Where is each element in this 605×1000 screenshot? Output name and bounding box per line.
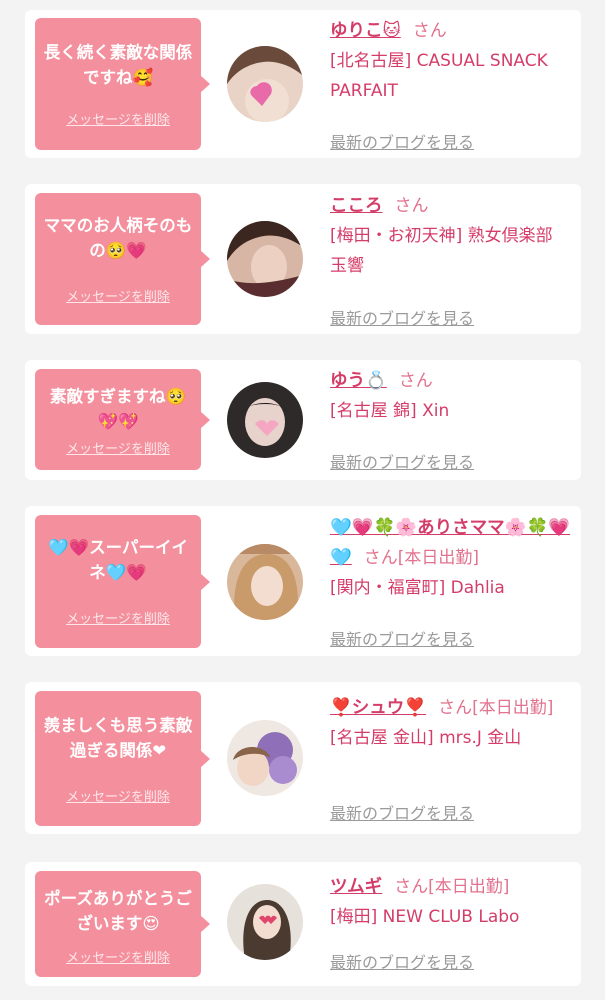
latest-blog-link[interactable]: 最新のブログを見る xyxy=(330,948,474,978)
shop-name: [梅田] NEW CLUB Labo xyxy=(330,907,520,927)
profile-info: ゆりこ🐱 さん [北名古屋] CASUAL SNACK PARFAIT 最新のブロ… xyxy=(330,16,571,152)
message-text: ママのお人柄そのもの🥺💗 xyxy=(43,216,193,260)
message-text: 🩵💗スーパーイイネ🩵💗 xyxy=(48,538,188,582)
honorific: さん xyxy=(412,21,447,41)
profile-name-link[interactable]: ❣️シュウ❣️ xyxy=(330,698,426,718)
message-card: ポーズありがとうございます😍 メッセージを削除 ツムギ さん[本日出勤] [梅田]… xyxy=(25,862,581,986)
message-bubble: ママのお人柄そのもの🥺💗 メッセージを削除 xyxy=(35,193,210,325)
profile-name-link[interactable]: ツムギ xyxy=(330,877,382,897)
honorific: さん xyxy=(363,548,398,568)
delete-message-link[interactable]: メッセージを削除 xyxy=(35,289,201,307)
shop-name: [名古屋 錦] Xin xyxy=(330,401,450,421)
message-text: ポーズありがとうございます😍 xyxy=(44,889,192,933)
message-bubble: 🩵💗スーパーイイネ🩵💗 メッセージを削除 xyxy=(35,515,210,648)
avatar[interactable] xyxy=(227,720,303,796)
latest-blog-link[interactable]: 最新のブログを見る xyxy=(330,304,474,334)
profile-info: ❣️シュウ❣️ さん[本日出勤] [名古屋 金山] mrs.J 金山 最新のブログ… xyxy=(330,693,571,823)
latest-blog-link[interactable]: 最新のブログを見る xyxy=(330,625,474,655)
avatar[interactable] xyxy=(227,221,303,297)
status-label: [本日出勤] xyxy=(397,548,480,568)
message-card: 長く続く素敵な関係ですね🥰 メッセージを削除 ゆりこ🐱 さん [北名古屋] CAS… xyxy=(25,10,581,158)
honorific: さん xyxy=(438,698,473,718)
message-bubble: 羨ましくも思う素敵過ぎる関係❤ メッセージを削除 xyxy=(35,691,210,826)
latest-blog-link[interactable]: 最新のブログを見る xyxy=(330,799,474,829)
delete-message-link[interactable]: メッセージを削除 xyxy=(35,950,201,968)
message-text: 羨ましくも思う素敵過ぎる関係❤ xyxy=(43,716,193,760)
shop-name: [名古屋 金山] mrs.J 金山 xyxy=(330,728,522,748)
profile-info: ゆう💍 さん [名古屋 錦] Xin 最新のブログを見る xyxy=(330,366,571,472)
message-card: 羨ましくも思う素敵過ぎる関係❤ メッセージを削除 ❣️シュウ❣️ さん[本日出勤]… xyxy=(25,682,581,834)
message-card: ママのお人柄そのもの🥺💗 メッセージを削除 こころ さん [梅田・お初天神] 熟女… xyxy=(25,184,581,334)
latest-blog-link[interactable]: 最新のブログを見る xyxy=(330,128,474,158)
message-bubble: 素敵すぎますね🥺💖💖 メッセージを削除 xyxy=(35,369,210,470)
avatar[interactable] xyxy=(227,884,303,960)
profile-name-link[interactable]: こころ xyxy=(330,196,383,216)
message-card: 素敵すぎますね🥺💖💖 メッセージを削除 ゆう💍 さん [名古屋 錦] Xin 最新… xyxy=(25,360,581,480)
honorific: さん xyxy=(394,877,429,897)
delete-message-link[interactable]: メッセージを削除 xyxy=(35,441,201,459)
delete-message-link[interactable]: メッセージを削除 xyxy=(35,789,201,807)
latest-blog-link[interactable]: 最新のブログを見る xyxy=(330,448,474,478)
profile-name-link[interactable]: ゆりこ🐱 xyxy=(330,21,401,41)
message-bubble: 長く続く素敵な関係ですね🥰 メッセージを削除 xyxy=(35,18,210,150)
delete-message-link[interactable]: メッセージを削除 xyxy=(35,112,201,130)
honorific: さん xyxy=(398,371,433,391)
message-card: 🩵💗スーパーイイネ🩵💗 メッセージを削除 🩵💗🍀🌸ありさママ🌸🍀💗🩵 さん[本日出… xyxy=(25,506,581,656)
shop-name: [関内・福富町] Dahlia xyxy=(330,578,505,598)
message-bubble: ポーズありがとうございます😍 メッセージを削除 xyxy=(35,871,210,977)
avatar[interactable] xyxy=(227,544,303,620)
profile-name-link[interactable]: ゆう💍 xyxy=(330,371,387,391)
profile-info: ツムギ さん[本日出勤] [梅田] NEW CLUB Labo 最新のブログを見る xyxy=(330,872,571,972)
shop-name: [梅田・お初天神] 熟女倶楽部 玉響 xyxy=(330,226,553,276)
avatar[interactable] xyxy=(227,382,303,458)
avatar[interactable] xyxy=(227,46,303,122)
message-text: 長く続く素敵な関係ですね🥰 xyxy=(43,43,193,87)
status-label: [本日出勤] xyxy=(428,877,510,897)
delete-message-link[interactable]: メッセージを削除 xyxy=(35,611,201,629)
profile-info: こころ さん [梅田・お初天神] 熟女倶楽部 玉響 最新のブログを見る xyxy=(330,191,571,328)
status-label: [本日出勤] xyxy=(472,698,554,718)
profile-info: 🩵💗🍀🌸ありさママ🌸🍀💗🩵 さん[本日出勤] [関内・福富町] Dahlia 最新… xyxy=(330,513,571,649)
message-text: 素敵すぎますね🥺💖💖 xyxy=(49,387,187,431)
honorific: さん xyxy=(394,196,429,216)
shop-name: [北名古屋] CASUAL SNACK PARFAIT xyxy=(330,51,548,101)
